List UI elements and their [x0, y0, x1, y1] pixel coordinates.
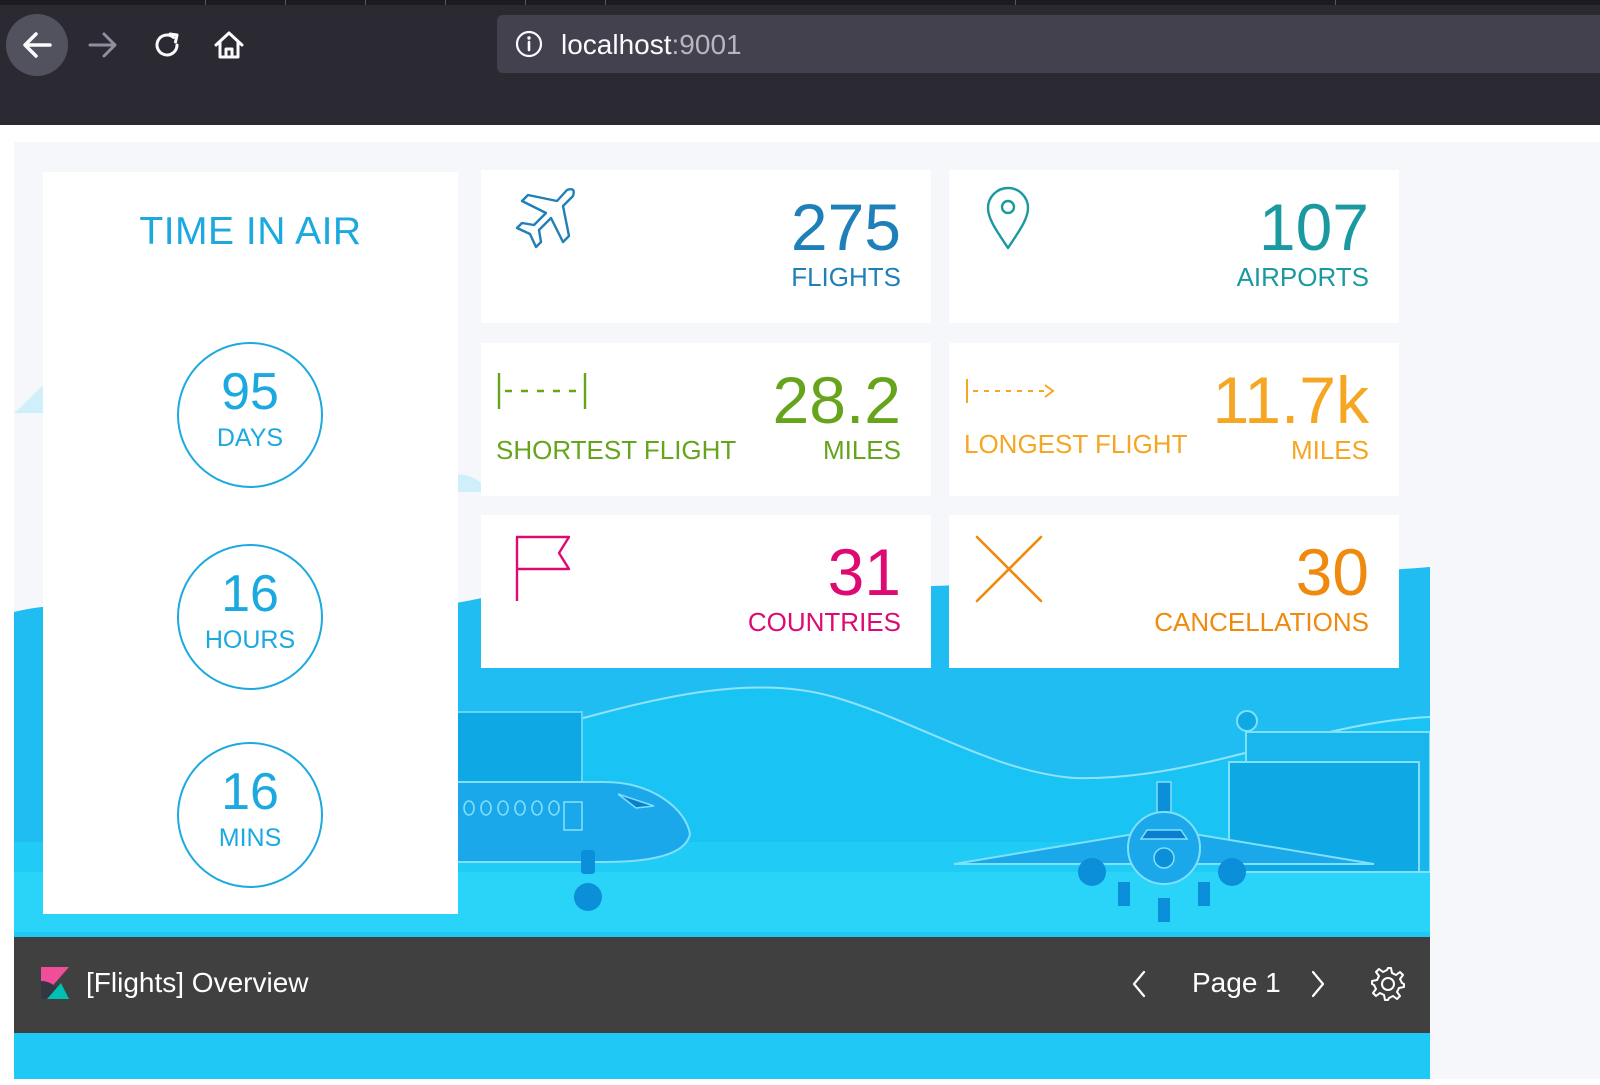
home-button[interactable] [198, 14, 260, 76]
flights-value: 275 [790, 190, 901, 264]
reload-button[interactable] [136, 14, 198, 76]
countries-value: 31 [827, 535, 901, 609]
home-icon [214, 31, 244, 59]
chevron-left-icon[interactable] [1128, 968, 1150, 1000]
airports-metric-panel: 107 AIRPORTS [949, 170, 1399, 323]
hours-value: 16 [221, 565, 279, 623]
forward-arrow-icon [88, 32, 117, 58]
airports-label: AIRPORTS [1236, 262, 1369, 292]
url-host: localhost [561, 29, 672, 60]
canvas-margin [1430, 142, 1600, 1079]
page-label: Page 1 [1192, 967, 1281, 998]
days-unit: DAYS [216, 424, 284, 452]
x-icon [975, 535, 1043, 603]
short-distance-icon [497, 373, 587, 409]
days-metric: 95 DAYS [177, 342, 323, 488]
longest-flight-panel: LONGEST FLIGHT 11.7k MILES [949, 343, 1399, 496]
url-port: :9001 [671, 29, 742, 60]
address-bar[interactable]: localhost:9001 [497, 15, 1600, 73]
flights-metric-panel: 275 FLIGHTS [481, 170, 931, 323]
flights-label: FLIGHTS [791, 262, 901, 292]
long-distance-icon [966, 379, 1055, 403]
days-value: 95 [221, 363, 279, 421]
kibana-logo-icon [41, 967, 69, 999]
chevron-right-icon[interactable] [1307, 968, 1329, 1000]
back-button[interactable] [6, 14, 68, 76]
forward-button[interactable] [72, 14, 134, 76]
longest-flight-title: LONGEST FLIGHT [964, 429, 1188, 459]
shortest-flight-value: 28.2 [772, 363, 901, 437]
longest-flight-unit: MILES [1290, 435, 1369, 465]
plane-icon [515, 188, 575, 249]
reload-icon [155, 32, 179, 57]
cancellations-value: 30 [1295, 535, 1369, 609]
workpad-name: [Flights] Overview [86, 967, 309, 998]
shortest-flight-unit: MILES [822, 435, 901, 465]
back-arrow-icon [23, 32, 52, 58]
url-text[interactable]: localhost:9001 [561, 29, 742, 61]
hours-metric: 16 HOURS [177, 544, 323, 690]
tab-strip [0, 0, 1600, 5]
countries-metric-panel: 31 COUNTRIES [481, 515, 931, 668]
workpad-footer: [Flights] Overview Page 1 [14, 937, 1430, 1033]
mins-value: 16 [221, 763, 279, 821]
map-pin-icon [986, 186, 1030, 250]
flag-icon [515, 535, 571, 601]
mins-unit: MINS [218, 824, 282, 852]
time-in-air-panel: TIME IN AIR 95 DAYS 16 HOURS 16 MINS [43, 172, 458, 914]
airports-value: 107 [1258, 190, 1369, 264]
hours-unit: HOURS [204, 626, 296, 654]
browser-toolbar: localhost:9001 [0, 0, 1600, 125]
gear-icon[interactable] [1370, 966, 1406, 1002]
mins-metric: 16 MINS [177, 742, 323, 888]
info-icon[interactable] [515, 30, 543, 58]
shortest-flight-panel: SHORTEST FLIGHT 28.2 MILES [481, 343, 931, 496]
longest-flight-value: 11.7k [1212, 363, 1369, 437]
shortest-flight-title: SHORTEST FLIGHT [496, 435, 737, 465]
cancellations-metric-panel: 30 CANCELLATIONS [949, 515, 1399, 668]
time-in-air-title: TIME IN AIR [139, 210, 362, 253]
countries-label: COUNTRIES [747, 607, 901, 637]
cancellations-label: CANCELLATIONS [1154, 607, 1369, 637]
